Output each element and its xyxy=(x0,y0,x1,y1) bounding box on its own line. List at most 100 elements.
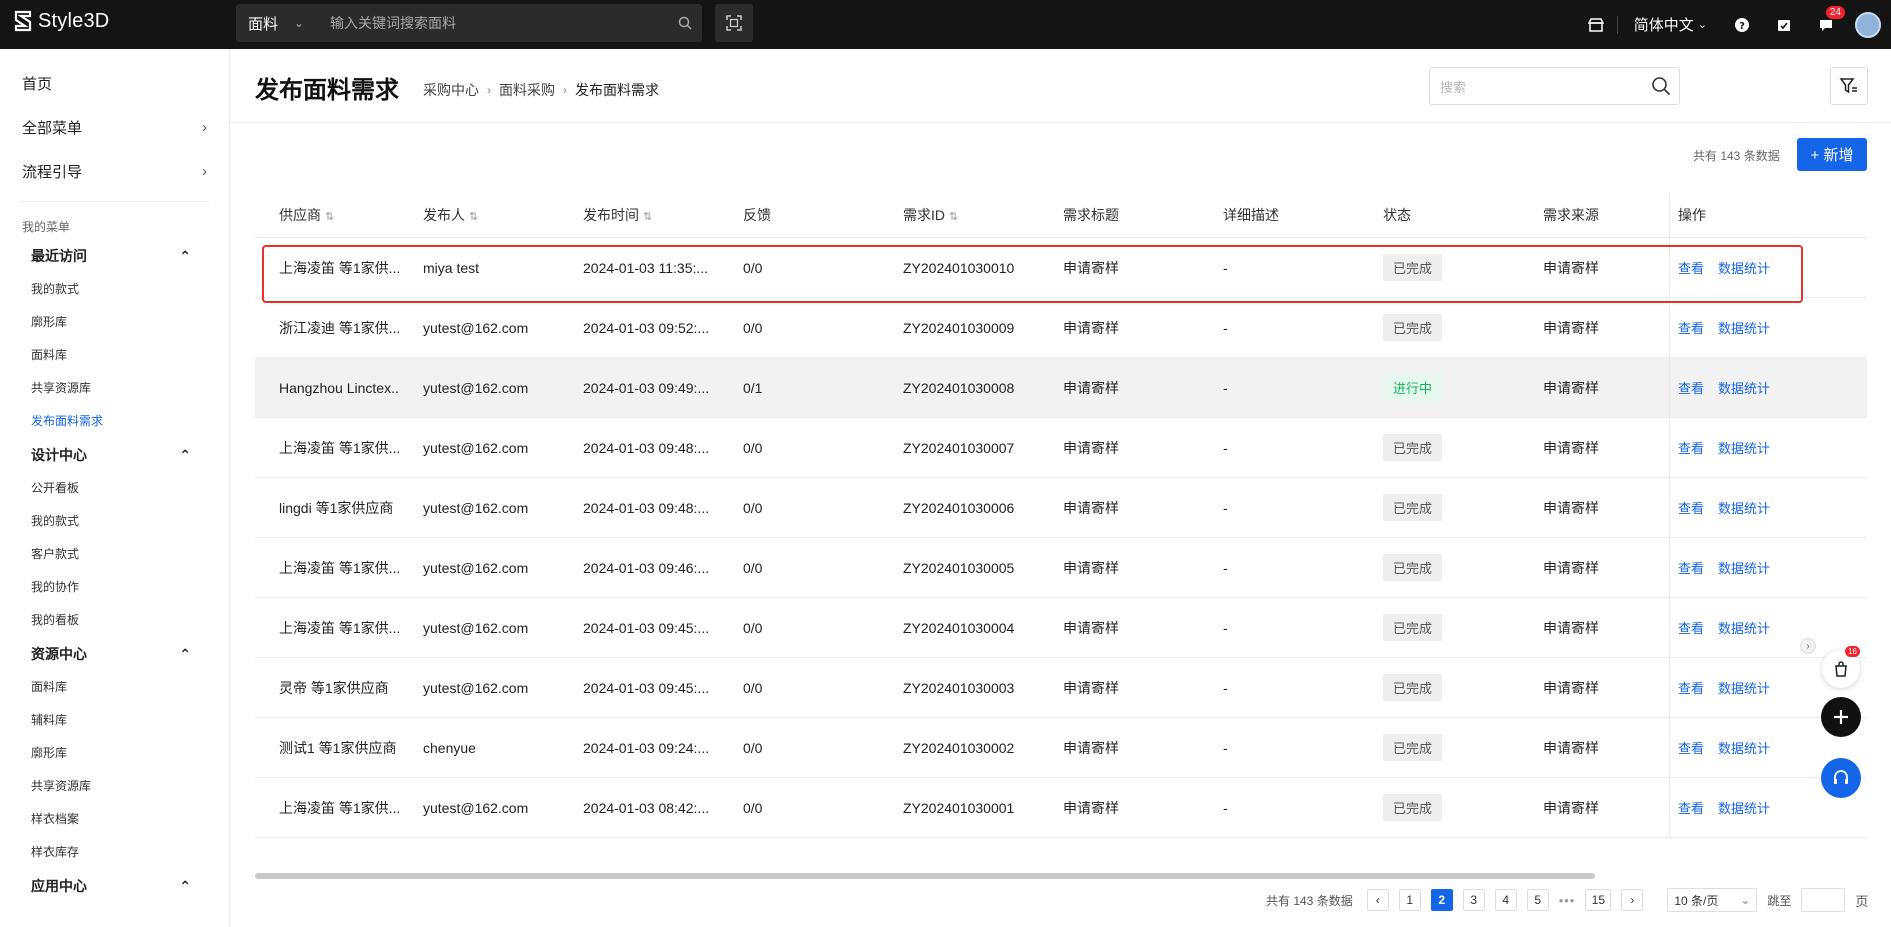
table-row[interactable]: Hangzhou Linctex... yutest@162.com 2024-01… xyxy=(255,358,1867,418)
table-row[interactable]: lingdi 等1家供应商 yutest@162.com 2024-01-03 09… xyxy=(255,478,1867,538)
sidebar-item-shared-resources[interactable]: 共享资源库 xyxy=(0,770,229,803)
sidebar-item-my-styles[interactable]: 我的款式 xyxy=(0,505,229,538)
help-button[interactable]: ? xyxy=(1721,0,1763,49)
sidebar-item-silhouette-library[interactable]: 廓形库 xyxy=(0,306,229,339)
sidebar-item-silhouette-library[interactable]: 廓形库 xyxy=(0,737,229,770)
sidebar-group-app-center[interactable]: 应用中心 ⌃ xyxy=(0,869,229,903)
sidebar-item-all-menus[interactable]: 全部菜单 › xyxy=(22,105,207,149)
cell-description: - xyxy=(1223,439,1228,456)
page-button[interactable]: 1 xyxy=(1398,889,1421,911)
table-row[interactable]: 上海凌笛 等1家供... yutest@162.com 2024-01-03 09:… xyxy=(255,598,1867,658)
statistics-link[interactable]: 数据统计 xyxy=(1718,618,1770,637)
filter-button[interactable] xyxy=(1830,67,1868,105)
sample-cart-button[interactable]: 16 xyxy=(1822,646,1860,688)
table-search-input[interactable]: 搜索 xyxy=(1429,67,1680,105)
collapse-float-button[interactable]: › xyxy=(1800,638,1816,654)
statistics-link[interactable]: 数据统计 xyxy=(1718,378,1770,397)
page-button[interactable]: 5 xyxy=(1526,889,1549,911)
pagination-ellipsis[interactable]: ••• xyxy=(1559,893,1576,908)
sidebar-item-sample-archive[interactable]: 样衣档案 xyxy=(0,803,229,836)
messages-button[interactable]: 24 xyxy=(1805,0,1847,49)
table-row[interactable]: 灵帝 等1家供应商 yutest@162.com 2024-01-03 09:45:… xyxy=(255,658,1867,718)
sidebar-item-sample-inventory[interactable]: 样衣库存 xyxy=(0,836,229,869)
tasks-button[interactable] xyxy=(1763,0,1805,49)
statistics-link[interactable]: 数据统计 xyxy=(1718,318,1770,337)
statistics-link[interactable]: 数据统计 xyxy=(1718,798,1770,817)
global-search-bar[interactable]: 面料 ⌄ 输入关键词搜索面料 xyxy=(236,4,702,42)
sidebar-item-public-boards[interactable]: 公开看板 xyxy=(0,472,229,505)
column-header-source: 需求来源 xyxy=(1543,207,1599,223)
global-search-input[interactable]: 输入关键词搜索面料 xyxy=(318,13,668,33)
view-link[interactable]: 查看 xyxy=(1678,798,1704,817)
page-button[interactable]: 4 xyxy=(1494,889,1517,911)
view-link[interactable]: 查看 xyxy=(1678,438,1704,457)
statistics-link[interactable]: 数据统计 xyxy=(1718,558,1770,577)
language-select[interactable]: 简体中文 ⌄ xyxy=(1616,15,1721,34)
store-button[interactable] xyxy=(1575,0,1617,49)
sidebar-group-design-center[interactable]: 设计中心 ⌃ xyxy=(0,438,229,472)
sidebar-item-customer-styles[interactable]: 客户款式 xyxy=(0,538,229,571)
page-button[interactable]: 3 xyxy=(1462,889,1485,911)
column-header-publish-time[interactable]: 发布时间 ⇅ xyxy=(559,205,719,225)
view-link[interactable]: 查看 xyxy=(1678,618,1704,637)
sidebar-item-label: 全部菜单 xyxy=(22,119,83,137)
jump-page-input[interactable] xyxy=(1801,888,1846,912)
statistics-link[interactable]: 数据统计 xyxy=(1718,738,1770,757)
search-icon[interactable] xyxy=(668,16,702,30)
sidebar-group-recent[interactable]: 最近访问 ⌃ xyxy=(0,239,229,273)
cell-actions: 查看 数据统计 xyxy=(1669,298,1827,357)
sidebar-item-process-guide[interactable]: 流程引导 › xyxy=(22,149,207,193)
next-page-button[interactable]: › xyxy=(1621,889,1644,911)
sidebar-item-home[interactable]: 首页 xyxy=(22,61,207,105)
sidebar-item-publish-fabric-demand[interactable]: 发布面料需求 xyxy=(0,405,229,438)
view-link[interactable]: 查看 xyxy=(1678,738,1704,757)
quick-add-button[interactable] xyxy=(1821,697,1861,737)
sidebar-item-shared-resources[interactable]: 共享资源库 xyxy=(0,372,229,405)
statistics-link[interactable]: 数据统计 xyxy=(1718,258,1770,277)
page-button[interactable]: 2 xyxy=(1430,889,1453,911)
table-row[interactable]: 浙江凌迪 等1家供... yutest@162.com 2024-01-03 09:… xyxy=(255,298,1867,358)
statistics-link[interactable]: 数据统计 xyxy=(1718,438,1770,457)
breadcrumb-item[interactable]: 面料采购 xyxy=(499,80,555,100)
image-search-button[interactable] xyxy=(715,4,753,42)
prev-page-button[interactable]: ‹ xyxy=(1366,889,1389,911)
search-category-select[interactable]: 面料 xyxy=(236,13,294,34)
column-header-publisher[interactable]: 发布人 ⇅ xyxy=(399,205,559,225)
logo[interactable]: Style3D xyxy=(12,9,109,33)
view-link[interactable]: 查看 xyxy=(1678,498,1704,517)
breadcrumb-item[interactable]: 采购中心 xyxy=(423,80,479,100)
view-link[interactable]: 查看 xyxy=(1678,378,1704,397)
view-link[interactable]: 查看 xyxy=(1678,258,1704,277)
statistics-link[interactable]: 数据统计 xyxy=(1718,498,1770,517)
view-link[interactable]: 查看 xyxy=(1678,318,1704,337)
table-row[interactable]: 测试1 等1家供应商 chenyue 2024-01-03 09:24:... 0/0… xyxy=(255,718,1867,778)
sidebar-item-my-collaborations[interactable]: 我的协作 xyxy=(0,571,229,604)
horizontal-scrollbar[interactable] xyxy=(255,873,1595,879)
sidebar-item-trim-library[interactable]: 辅料库 xyxy=(0,704,229,737)
sidebar-item-my-styles[interactable]: 我的款式 xyxy=(0,273,229,306)
page-button[interactable]: 15 xyxy=(1585,889,1612,911)
sidebar-item-fabric-library[interactable]: 面料库 xyxy=(0,339,229,372)
column-header-demand-id[interactable]: 需求ID ⇅ xyxy=(879,205,1039,225)
sidebar-item-my-boards[interactable]: 我的看板 xyxy=(0,604,229,637)
chevron-down-icon[interactable]: ⌄ xyxy=(294,16,318,30)
customer-service-button[interactable] xyxy=(1821,758,1861,798)
view-link[interactable]: 查看 xyxy=(1678,678,1704,697)
search-icon[interactable] xyxy=(1643,76,1679,96)
table-row[interactable]: 上海凌笛 等1家供... yutest@162.com 2024-01-03 08:… xyxy=(255,778,1867,838)
page-size-select[interactable]: 10 条/页 ⌄ xyxy=(1667,888,1758,912)
column-header-supplier[interactable]: 供应商 ⇅ xyxy=(255,205,399,225)
add-button[interactable]: + 新增 xyxy=(1797,138,1867,171)
sidebar-item-fabric-library[interactable]: 面料库 xyxy=(0,671,229,704)
sidebar-group-resource-center[interactable]: 资源中心 ⌃ xyxy=(0,637,229,671)
group-title: 最近访问 xyxy=(31,248,87,264)
view-link[interactable]: 查看 xyxy=(1678,558,1704,577)
scan-icon xyxy=(726,15,742,31)
table-row[interactable]: 上海凌笛 等1家供... yutest@162.com 2024-01-03 09:… xyxy=(255,418,1867,478)
pagination-total: 共有 143 条数据 xyxy=(1266,893,1353,908)
avatar[interactable] xyxy=(1855,11,1881,38)
table-row[interactable]: 上海凌笛 等1家供... miya test 2024-01-03 11:35:..… xyxy=(255,238,1867,298)
cell-title: 申请寄样 xyxy=(1063,559,1119,576)
table-row[interactable]: 上海凌笛 等1家供... yutest@162.com 2024-01-03 09:… xyxy=(255,538,1867,598)
statistics-link[interactable]: 数据统计 xyxy=(1718,678,1770,697)
